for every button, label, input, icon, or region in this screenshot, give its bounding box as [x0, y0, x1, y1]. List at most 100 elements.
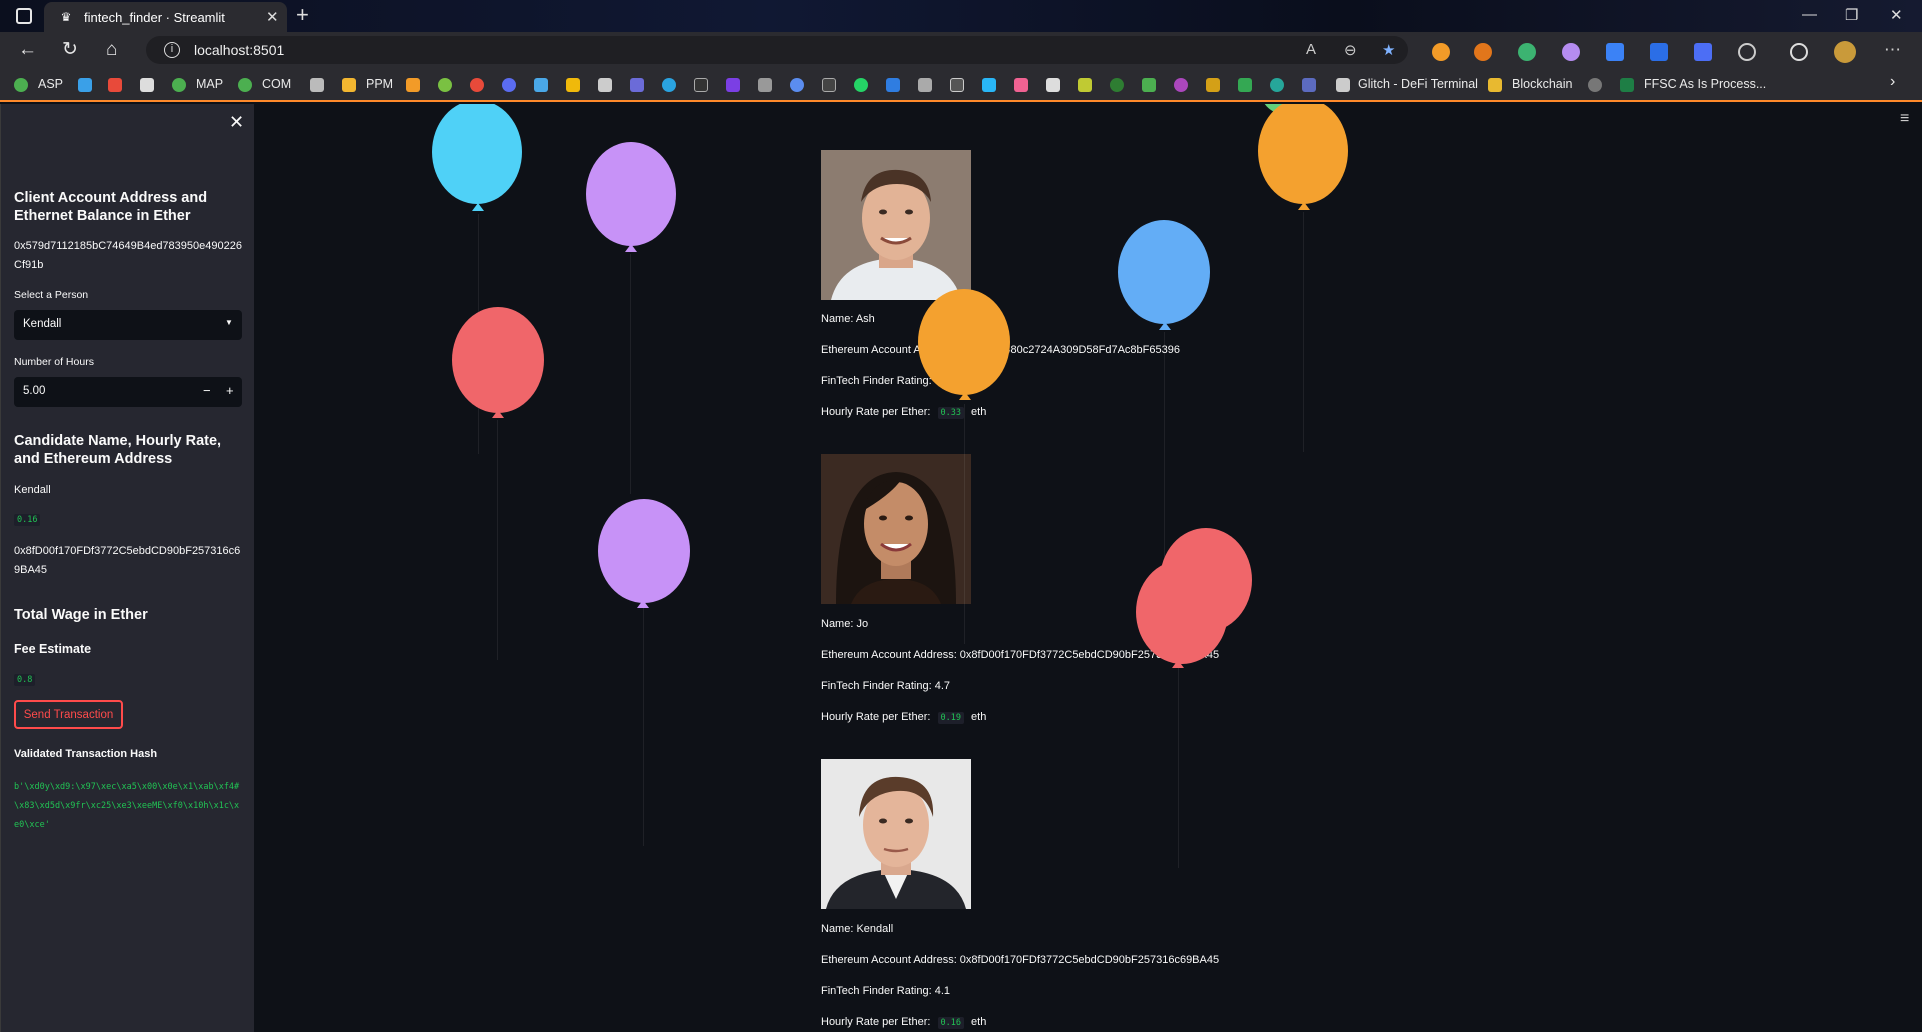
extensions-puzzle-icon[interactable]	[1738, 43, 1756, 61]
restore-icon[interactable]: ❐	[1845, 6, 1858, 24]
metamask-icon[interactable]	[1474, 43, 1492, 61]
bookmark-ppm[interactable]: PPM	[366, 77, 393, 91]
hours-number-input[interactable]: 5.00 − +	[14, 377, 242, 407]
send-transaction-button[interactable]: Send Transaction	[14, 700, 123, 729]
bookmark-blockchain[interactable]: Blockchain	[1512, 77, 1572, 91]
bookmark-icon[interactable]	[470, 78, 484, 92]
extension-icon[interactable]	[1432, 43, 1450, 61]
bookmark-icon[interactable]	[1174, 78, 1188, 92]
bookmark-icon[interactable]	[598, 78, 612, 92]
bookmark-icon[interactable]	[1014, 78, 1028, 92]
read-aloud-icon[interactable]: A	[1306, 41, 1316, 58]
person-select[interactable]: Kendall ▼	[14, 310, 242, 340]
telegram-icon[interactable]	[662, 78, 676, 92]
balloon-knot	[959, 392, 971, 400]
new-tab-icon[interactable]: +	[296, 4, 309, 26]
chevron-down-icon: ▼	[225, 318, 233, 327]
back-icon[interactable]: ←	[18, 39, 37, 61]
zoom-icon[interactable]: ⊖	[1344, 41, 1357, 59]
candidate-name: Name: Ash	[821, 313, 875, 325]
bookmark-icon[interactable]	[1206, 78, 1220, 92]
balloon-string	[1303, 212, 1304, 452]
candidate-rate-line: Hourly Rate per Ether: 0.33 eth	[821, 406, 986, 419]
whatsapp-icon[interactable]	[854, 78, 868, 92]
balloon-knot	[472, 203, 484, 211]
extension-icon[interactable]	[1650, 43, 1668, 61]
hours-label: Number of Hours	[14, 356, 94, 368]
bookmark-icon[interactable]	[1046, 78, 1060, 92]
extension-icon[interactable]	[1694, 43, 1712, 61]
balloon	[1258, 104, 1348, 204]
bookmark-icon[interactable]	[1302, 78, 1316, 92]
extension-icon[interactable]	[1606, 43, 1624, 61]
extension-icon[interactable]	[1518, 43, 1536, 61]
refresh-icon[interactable]: ↻	[62, 39, 78, 61]
tab-close-icon[interactable]: ✕	[266, 8, 279, 26]
bookmark-icon[interactable]	[758, 78, 772, 92]
bookmark-icon[interactable]	[78, 78, 92, 92]
bookmark-icon[interactable]	[822, 78, 836, 92]
more-menu-icon[interactable]: ⋯	[1884, 40, 1901, 60]
extension-icon[interactable]	[1562, 43, 1580, 61]
candidate-rate-line: Hourly Rate per Ether: 0.16 eth	[821, 1016, 986, 1029]
bookmark-icon[interactable]	[1238, 78, 1252, 92]
bookmark-icon[interactable]	[1588, 78, 1602, 92]
window-close-icon[interactable]: ✕	[1890, 6, 1903, 24]
gmail-icon[interactable]	[108, 78, 122, 92]
browser-essentials-icon[interactable]	[1790, 43, 1808, 61]
candidate-rating: FinTech Finder Rating: 4.7	[821, 680, 951, 692]
bookmark-asp[interactable]: ASP	[38, 77, 63, 91]
bookmark-icon[interactable]	[694, 78, 708, 92]
bookmark-icon	[172, 78, 186, 92]
bookmark-icon[interactable]	[886, 78, 900, 92]
bookmark-icon[interactable]	[534, 78, 548, 92]
bookmark-icon[interactable]	[438, 78, 452, 92]
rate-label: Hourly Rate per Ether:	[821, 711, 931, 723]
rate-label: Hourly Rate per Ether:	[821, 406, 931, 418]
binance-icon[interactable]	[566, 78, 580, 92]
address-bar[interactable]: i localhost:8501 A ⊖ ★	[146, 36, 1408, 64]
sidebar: ✕ Client Account Address and Ethernet Ba…	[0, 104, 254, 1032]
candidate-photo-kendall	[821, 759, 971, 909]
bookmark-icon[interactable]	[950, 78, 964, 92]
bookmark-com[interactable]: COM	[262, 77, 291, 91]
hamburger-menu-icon[interactable]: ≡	[1900, 110, 1909, 128]
fee-estimate-value: 0.8	[14, 674, 36, 686]
bookmark-ffsc[interactable]: FFSC As Is Process...	[1644, 77, 1766, 91]
select-person-label: Select a Person	[14, 289, 89, 301]
increment-button[interactable]: +	[226, 383, 234, 398]
bookmarks-more-chevron-icon[interactable]: ›	[1890, 73, 1895, 91]
bookmark-icon[interactable]	[982, 78, 996, 92]
bookmark-icon[interactable]	[630, 78, 644, 92]
avatar[interactable]	[1834, 41, 1856, 63]
bookmark-icon[interactable]	[1270, 78, 1284, 92]
balloon-string	[964, 404, 965, 644]
sidebar-close-icon[interactable]: ✕	[229, 112, 244, 133]
home-icon[interactable]: ⌂	[106, 39, 117, 61]
browser-tab[interactable]: ♛ fintech_finder · Streamlit ✕	[44, 2, 287, 32]
balloon-string	[497, 420, 498, 660]
bookmark-icon[interactable]	[790, 78, 804, 92]
balloon-string	[1164, 332, 1165, 572]
bookmark-icon[interactable]	[140, 78, 154, 92]
bookmark-icon[interactable]	[1142, 78, 1156, 92]
balloon	[1118, 220, 1210, 324]
bookmark-icon[interactable]	[406, 78, 420, 92]
transaction-hash-value: b'\xd0y\xd9:\x97\xec\xa5\x00\x0e\x1\xab\…	[14, 782, 240, 830]
bookmark-icon[interactable]	[1110, 78, 1124, 92]
minimize-icon[interactable]: —	[1802, 6, 1817, 23]
favorite-star-icon[interactable]: ★	[1382, 41, 1395, 59]
rate-label: Hourly Rate per Ether:	[821, 1016, 931, 1028]
tab-actions-icon[interactable]	[16, 8, 32, 24]
bookmark-icon[interactable]	[1078, 78, 1092, 92]
site-info-icon[interactable]: i	[164, 42, 180, 58]
rate-value: 0.19	[937, 712, 964, 724]
bookmark-icon[interactable]	[726, 78, 740, 92]
bookmark-glitch[interactable]: Glitch - DeFi Terminal	[1358, 77, 1478, 91]
bookmark-map[interactable]: MAP	[196, 77, 223, 91]
bookmark-icon[interactable]	[918, 78, 932, 92]
decrement-button[interactable]: −	[203, 383, 211, 398]
bookmark-icon[interactable]	[310, 78, 324, 92]
bookmark-icon[interactable]	[502, 78, 516, 92]
balloon	[586, 142, 676, 246]
